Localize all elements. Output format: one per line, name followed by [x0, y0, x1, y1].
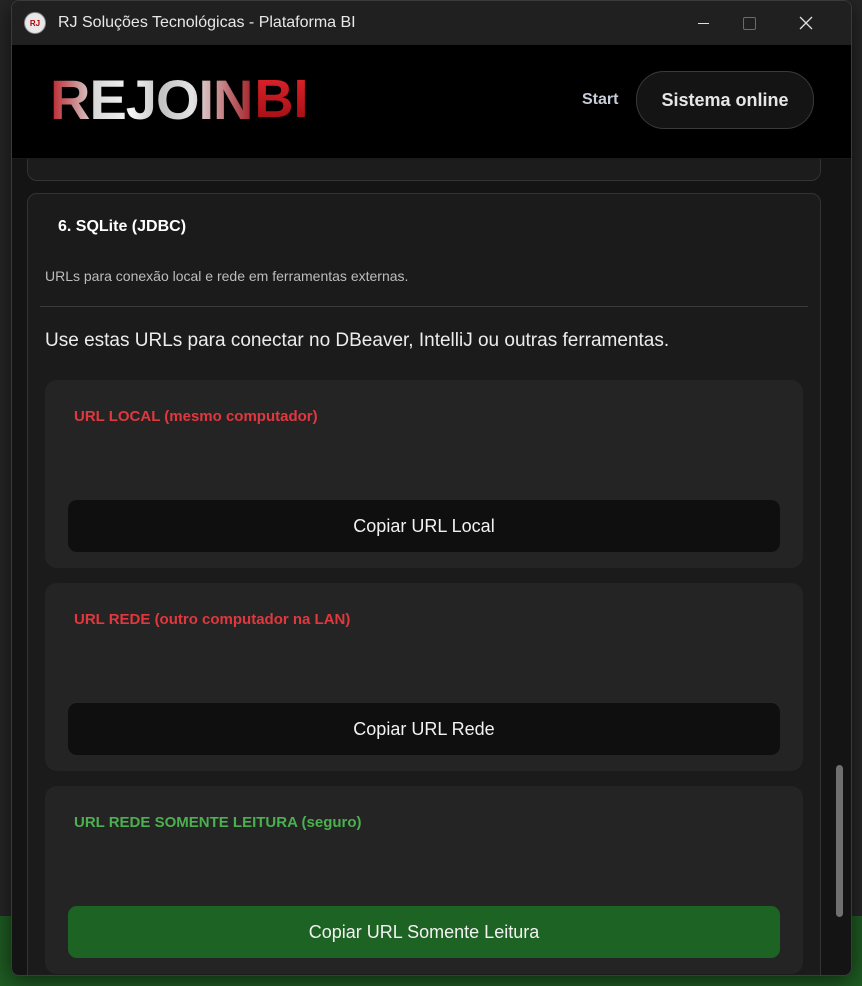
url-network-box: URL REDE (outro computador na LAN) Copia…: [45, 583, 803, 771]
copy-url-network-button[interactable]: Copiar URL Rede: [68, 703, 780, 755]
url-local-value[interactable]: [79, 452, 769, 478]
url-readonly-label: URL REDE SOMENTE LEITURA (seguro): [74, 814, 362, 831]
brand-logo: REJOIN BI: [50, 67, 309, 131]
status-badge: Sistema online: [636, 71, 814, 129]
url-readonly-box: URL REDE SOMENTE LEITURA (seguro) Copiar…: [45, 786, 803, 974]
previous-section-card: [27, 159, 821, 181]
sqlite-section-card: 6. SQLite (JDBC) URLs para conexão local…: [27, 193, 821, 975]
app-window: RJ RJ Soluções Tecnológicas - Plataforma…: [11, 0, 852, 976]
close-button[interactable]: [783, 1, 829, 45]
url-readonly-value[interactable]: [79, 858, 769, 884]
start-link[interactable]: Start: [582, 91, 618, 109]
section-subtitle: URLs para conexão local e rede em ferram…: [45, 268, 409, 284]
maximize-icon: [742, 16, 756, 30]
url-network-label: URL REDE (outro computador na LAN): [74, 611, 351, 628]
title-bar[interactable]: RJ RJ Soluções Tecnológicas - Plataforma…: [12, 1, 851, 45]
logo-text: REJOIN: [50, 67, 253, 131]
minimize-icon: [697, 22, 709, 24]
minimize-button[interactable]: [680, 1, 726, 45]
section-title: 6. SQLite (JDBC): [58, 218, 187, 235]
copy-url-local-button[interactable]: Copiar URL Local: [68, 500, 780, 552]
section-divider: [40, 306, 808, 307]
app-logo-icon: RJ: [24, 12, 46, 34]
url-local-box: URL LOCAL (mesmo computador) Copiar URL …: [45, 380, 803, 568]
section-intro: Use estas URLs para conectar no DBeaver,…: [45, 330, 670, 351]
logo-accent-text: BI: [254, 69, 309, 129]
copy-url-readonly-button[interactable]: Copiar URL Somente Leitura: [68, 906, 780, 958]
main-content: 6. SQLite (JDBC) URLs para conexão local…: [12, 159, 851, 975]
url-local-label: URL LOCAL (mesmo computador): [74, 408, 318, 425]
close-icon: [799, 16, 813, 30]
scrollbar[interactable]: [836, 765, 843, 917]
window-title: RJ Soluções Tecnológicas - Plataforma BI: [58, 14, 356, 31]
url-network-value[interactable]: [79, 655, 769, 681]
app-header: REJOIN BI Start Sistema online: [12, 45, 851, 159]
maximize-button[interactable]: [726, 1, 772, 45]
